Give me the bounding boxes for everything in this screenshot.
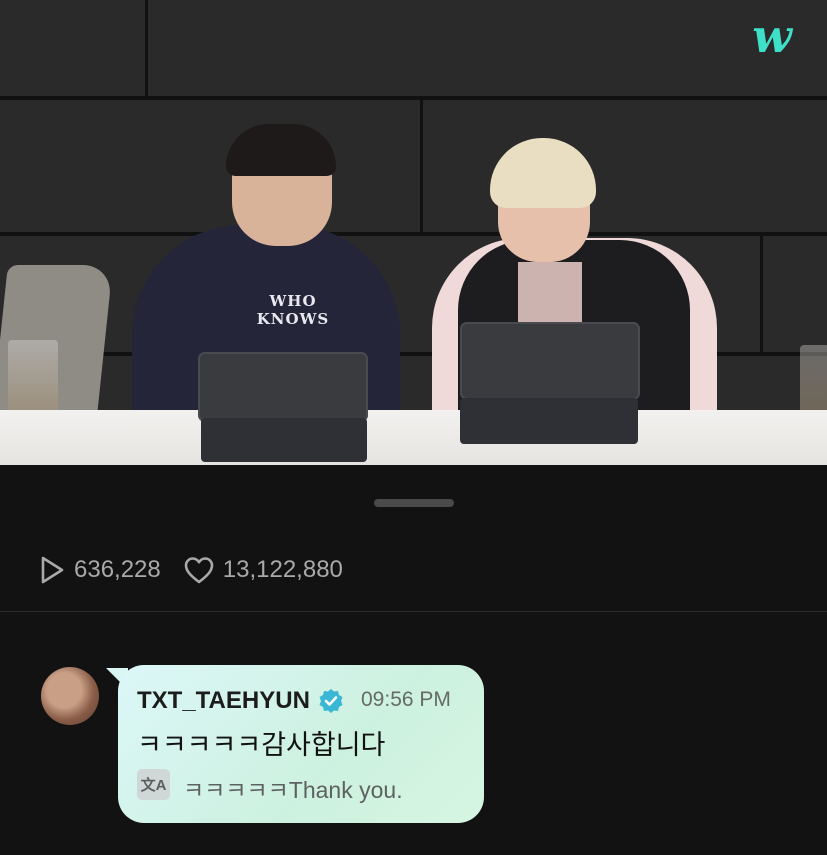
heart-icon	[184, 557, 214, 584]
translate-icon[interactable]: 文A	[137, 769, 170, 800]
tablet-right	[460, 322, 640, 400]
like-count-value: 13,122,880	[222, 556, 343, 583]
weverse-logo-icon: w	[752, 9, 792, 63]
play-count-value: 636,228	[74, 556, 161, 583]
avatar[interactable]	[41, 667, 99, 725]
like-count[interactable]: 13,122,880	[183, 555, 343, 585]
comment-author: TXT_TAEHYUN	[137, 686, 344, 716]
play-icon	[41, 556, 64, 584]
drink-cup-left	[8, 340, 58, 420]
stats-bar: 636,228 13,122,880	[38, 552, 365, 588]
table	[0, 410, 827, 465]
verified-badge-icon	[319, 689, 343, 713]
tablet-right-case	[460, 398, 638, 444]
tablet-left	[198, 352, 368, 422]
hoodie-print: WHO KNOWS	[256, 292, 330, 328]
author-name: TXT_TAEHYUN	[137, 687, 310, 714]
comment-time: 09:56 PM	[361, 688, 451, 711]
drag-handle[interactable]	[374, 499, 454, 507]
tablet-left-case	[201, 418, 367, 462]
play-count: 636,228	[38, 555, 161, 585]
comment-translation: ㅋㅋㅋㅋㅋThank you.	[183, 777, 403, 803]
video-player[interactable]: WHO KNOWS w	[0, 0, 827, 465]
comment-message: ㅋㅋㅋㅋㅋ감사합니다	[137, 730, 386, 760]
divider	[0, 611, 827, 612]
